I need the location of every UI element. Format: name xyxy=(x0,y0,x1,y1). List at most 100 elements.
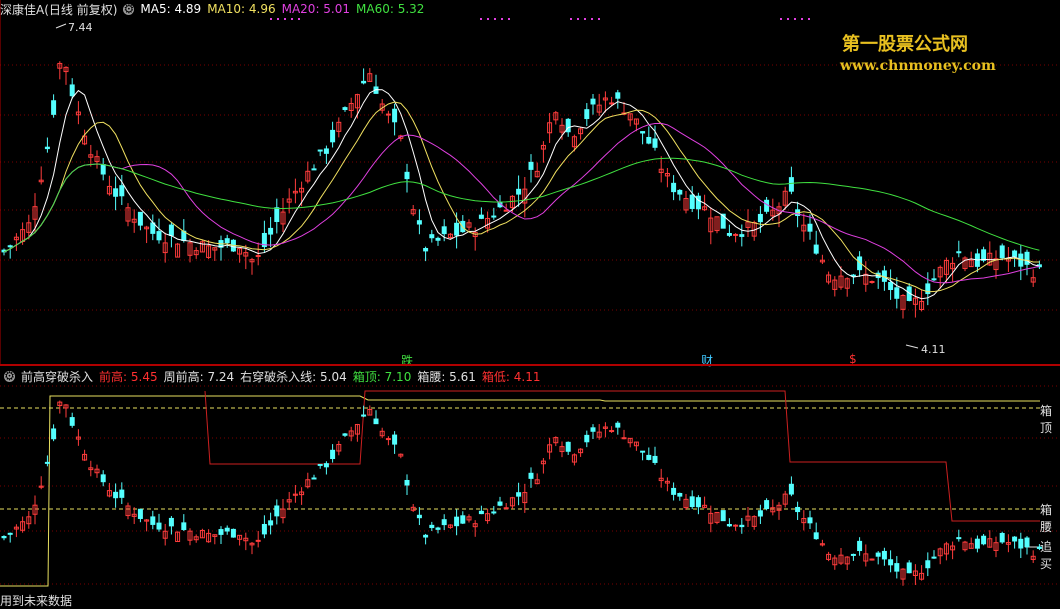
ind-candle-body xyxy=(268,520,274,526)
ind-candle-body xyxy=(807,517,813,524)
low-arrow xyxy=(905,344,919,349)
candle-body xyxy=(317,149,323,152)
ind-candle-body xyxy=(565,441,571,452)
candle-body xyxy=(385,113,391,116)
candle-body xyxy=(869,280,875,283)
ind-candle-body xyxy=(342,433,348,436)
ind-candle-body xyxy=(869,558,875,561)
candle-body xyxy=(274,207,280,222)
ind-candle-body xyxy=(888,559,894,566)
low-price-label: 4.11 xyxy=(921,343,946,356)
ma-line xyxy=(3,122,1040,284)
ind-candle-body xyxy=(454,516,460,527)
candle-body xyxy=(516,188,522,195)
candle-body xyxy=(788,177,794,192)
candle-body xyxy=(757,213,763,223)
candle-body xyxy=(894,287,900,299)
signal-dot xyxy=(501,18,503,20)
signal-dot xyxy=(808,18,810,20)
ind-candle-body xyxy=(137,508,143,519)
candle-body xyxy=(137,211,143,226)
box-top-label: 箱顶: 7.10 xyxy=(352,369,412,384)
signal-dot xyxy=(277,18,279,20)
ind-candle-body xyxy=(317,463,323,466)
ind-candle-body xyxy=(218,529,224,535)
candle-body xyxy=(330,129,336,143)
ind-candle-body xyxy=(646,454,652,460)
ind-candle-body xyxy=(925,560,931,569)
signal-dot xyxy=(494,18,496,20)
main-chart-pane[interactable]: 深康佳A (日线 前复权) ⚙ MA5: 4.89 MA10: 4.96 MA2… xyxy=(0,0,1060,368)
ind-candle-body xyxy=(720,510,726,522)
candle-body xyxy=(7,245,13,248)
ind-candle-body xyxy=(621,437,627,440)
ind-candle-body xyxy=(795,506,801,513)
ind-candle-body xyxy=(230,528,236,538)
candle-body xyxy=(268,227,274,235)
ind-candle-body xyxy=(695,497,701,508)
candle-body xyxy=(416,220,422,225)
ma5-label: MA5: 4.89 xyxy=(140,2,202,16)
signal-dot xyxy=(577,18,579,20)
right-label-chase-buy: 追买 xyxy=(1040,540,1053,571)
ind-candle-body xyxy=(385,438,391,441)
ind-candle-body xyxy=(974,538,980,549)
ind-candle-body xyxy=(850,553,856,556)
ma10-label: MA10: 4.96 xyxy=(207,2,276,16)
ind-candle-body xyxy=(156,522,162,530)
ind-candle-body xyxy=(181,522,187,531)
ind-candle-body xyxy=(528,472,534,479)
candle-body xyxy=(726,232,732,236)
ma-line xyxy=(3,101,1040,293)
ind-candle-body xyxy=(757,510,763,517)
ind-candle-body xyxy=(119,489,125,498)
indicator-settings-icon[interactable]: ⚙ xyxy=(4,370,15,382)
candle-body xyxy=(404,171,410,180)
candle-body xyxy=(156,231,162,241)
ind-candle-body xyxy=(392,434,398,445)
indicator-pane[interactable]: ⚙ 前高穿破杀入 前高: 5.45 周前高: 7.24 右穿破杀入线: 5.04… xyxy=(0,366,1060,608)
candle-body xyxy=(590,98,596,105)
ind-candle-body xyxy=(100,474,106,483)
ma20-label: MA20: 5.01 xyxy=(281,2,351,16)
candle-body xyxy=(69,84,75,97)
candle-body xyxy=(44,146,50,150)
ind-candle-body xyxy=(224,527,230,532)
high-arrow xyxy=(55,23,67,29)
prev-high-label: 前高: 5.45 xyxy=(99,369,158,384)
signal-dot xyxy=(298,18,300,20)
ind-candle-body xyxy=(404,479,410,486)
ind-candle-body xyxy=(423,534,429,538)
candle-body xyxy=(956,251,962,254)
indicator-name: 前高穿破杀入 xyxy=(21,369,94,384)
ind-candle-body xyxy=(373,418,379,425)
week-prev-high-label: 周前高: 7.24 xyxy=(163,369,235,384)
ind-candle-body xyxy=(652,455,658,463)
candle-body xyxy=(454,222,460,236)
signal-dot xyxy=(794,18,796,20)
ind-candle-body xyxy=(435,527,441,530)
ind-candle-body xyxy=(478,510,484,515)
ind-candle-body xyxy=(894,563,900,572)
ma60-label: MA60: 5.32 xyxy=(356,2,425,16)
candle-body xyxy=(392,108,398,123)
high-price-label: 7.44 xyxy=(68,21,93,34)
signal-dot xyxy=(584,18,586,20)
candle-body xyxy=(640,131,646,134)
ind-candle-body xyxy=(69,417,75,426)
candle-body xyxy=(429,234,435,239)
candle-body xyxy=(888,281,894,291)
ind-candle-body xyxy=(51,428,57,440)
candle-body xyxy=(478,214,484,219)
ind-candle-body xyxy=(441,519,447,526)
main-header: 深康佳A (日线 前复权) ⚙ MA5: 4.89 MA10: 4.96 MA2… xyxy=(0,0,424,18)
ind-candle-body xyxy=(956,537,962,540)
ind-candle-body xyxy=(931,556,937,559)
candle-body xyxy=(100,164,106,175)
indicator-chart[interactable] xyxy=(0,366,1060,606)
settings-icon[interactable]: ⚙ xyxy=(123,3,135,15)
candle-body xyxy=(739,234,745,237)
stock-name: 深康佳A xyxy=(0,2,45,17)
ind-candle-body xyxy=(671,487,677,495)
signal-dot xyxy=(570,18,572,20)
